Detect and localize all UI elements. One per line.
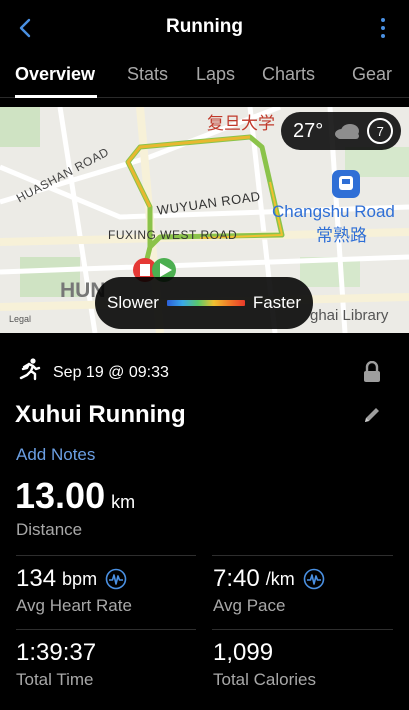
map-label-changshu-cn: 常熟路 [316, 226, 367, 245]
route-map[interactable]: HUASHAN ROAD WUYUAN ROAD FUXING WEST ROA… [0, 107, 409, 333]
active-tab-indicator [15, 95, 97, 98]
activity-date: Sep 19 @ 09:33 [53, 364, 169, 381]
total-time-stat: 1:39:37 [16, 639, 96, 667]
total-time-value: 1:39:37 [16, 639, 97, 666]
heart-rate-label: Avg Heart Rate [16, 596, 132, 615]
more-options-button[interactable] [379, 18, 387, 38]
heart-rate-chart-icon[interactable] [105, 568, 127, 590]
runner-icon [19, 358, 41, 381]
aqi-indicator: 7 [367, 118, 394, 144]
map-label-fudan: 复旦大学 [207, 114, 275, 133]
activity-details: Sep 19 @ 09:33 Xuhui Running Add Notes 1… [0, 333, 409, 710]
divider [16, 629, 196, 630]
distance-unit: km [111, 492, 136, 512]
distance-number: 13.00 [15, 475, 106, 516]
distance-value: 13.00 km [15, 475, 135, 517]
heart-rate-value: 134 [16, 565, 57, 592]
pace-stat[interactable]: 7:40 /km [213, 565, 325, 593]
distance-label: Distance [16, 520, 83, 539]
tab-bar: Overview Stats Laps Charts Gear [0, 56, 409, 98]
kebab-menu-icon [381, 18, 385, 22]
calories-label: Total Calories [213, 670, 316, 689]
calories-value: 1,099 [213, 639, 274, 666]
cloud-icon [335, 124, 360, 139]
add-notes-link[interactable]: Add Notes [16, 445, 95, 465]
tab-overview[interactable]: Overview [15, 64, 95, 85]
pace-legend: Slower Faster [95, 277, 313, 329]
divider [16, 555, 196, 556]
heart-rate-stat[interactable]: 134 bpm [16, 565, 127, 593]
divider [212, 629, 393, 630]
pace-chart-icon[interactable] [303, 568, 325, 590]
legend-slower: Slower [107, 293, 159, 312]
tab-gear[interactable]: Gear [352, 64, 392, 85]
activity-name: Xuhui Running [15, 401, 186, 428]
tab-charts[interactable]: Charts [262, 64, 315, 85]
map-label-changshu: Changshu Road [272, 202, 395, 221]
heart-rate-unit: bpm [62, 568, 98, 589]
pace-value: 7:40 [213, 565, 260, 592]
total-time-label: Total Time [16, 670, 94, 689]
pace-gradient-bar [166, 300, 245, 306]
map-label-fuxing: FUXING WEST ROAD [108, 228, 238, 242]
edit-pencil-icon[interactable] [362, 405, 382, 425]
pace-label: Avg Pace [213, 596, 286, 615]
page-title: Running [165, 16, 244, 37]
tab-laps[interactable]: Laps [196, 64, 235, 85]
legal-link[interactable]: Legal [9, 314, 31, 324]
legend-faster: Faster [252, 293, 301, 312]
map-label-library: ghai Library [310, 307, 389, 324]
lock-icon[interactable] [363, 361, 381, 383]
divider [212, 555, 393, 556]
pace-unit: /km [265, 568, 295, 589]
weather-badge: 27° 7 [281, 112, 401, 150]
calories-stat: 1,099 [213, 639, 273, 667]
tab-stats[interactable]: Stats [127, 64, 168, 85]
temperature: 27° [293, 119, 324, 142]
top-bar: Running [0, 0, 409, 56]
